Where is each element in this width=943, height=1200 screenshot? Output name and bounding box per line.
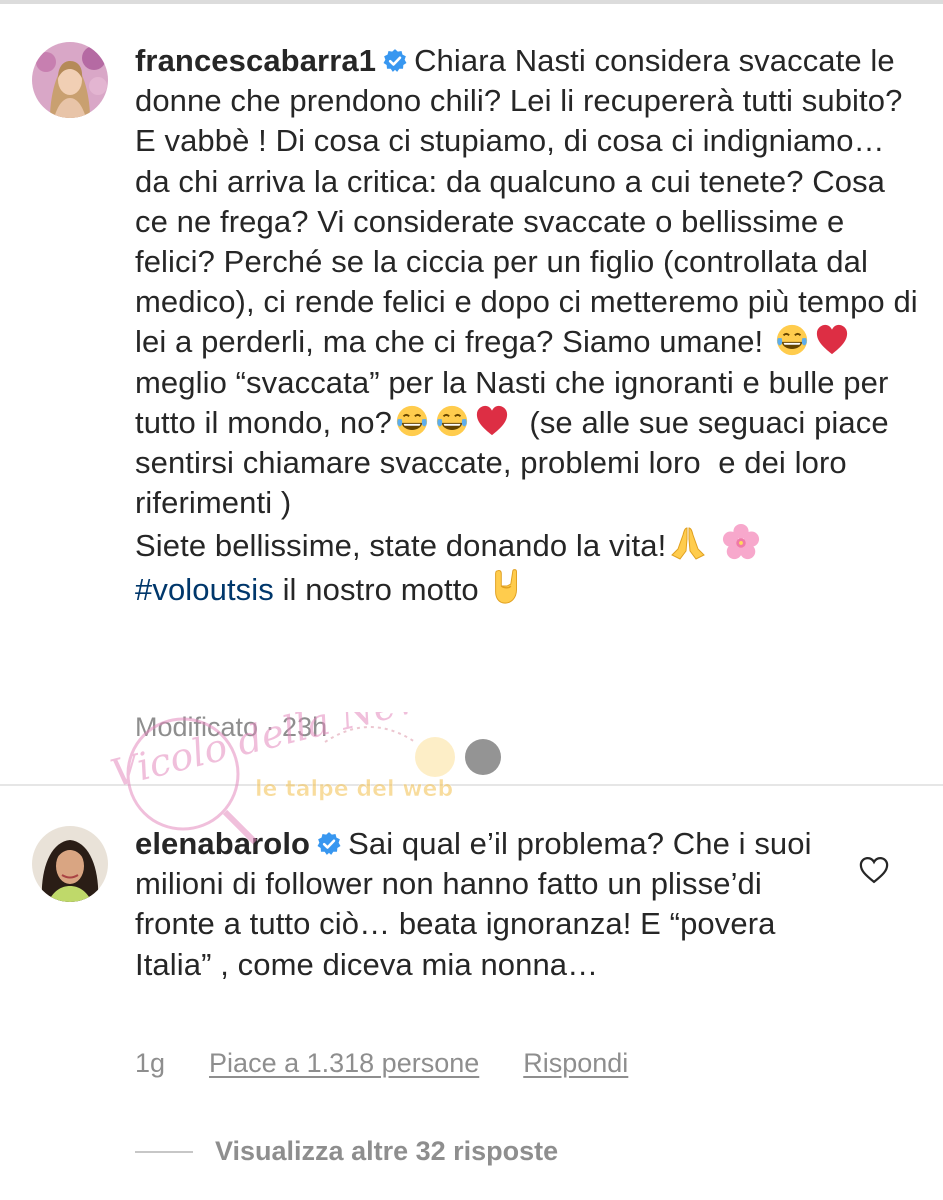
text-part: Chiara Nasti considera svaccate le donne… [135, 43, 927, 360]
comment-meta: 1g Piace a 1.318 persone Rispondi [135, 1048, 672, 1079]
cherry-blossom-icon [722, 524, 760, 560]
text-part: il nostro motto [273, 571, 488, 607]
view-more-replies-button[interactable]: Visualizza altre 32 risposte [135, 1136, 558, 1167]
verified-badge-icon [383, 49, 407, 72]
comment-text: francescabarra1 Chiara Nasti considera sv… [135, 41, 925, 610]
like-heart-icon[interactable] [859, 856, 889, 884]
sign-of-horns-icon [495, 568, 518, 604]
tears-of-joy-icon [436, 405, 468, 436]
avatar[interactable] [32, 826, 108, 902]
username[interactable]: elenabarolo [135, 826, 310, 861]
comment-francescabarra1: francescabarra1 Chiara Nasti considera sv… [0, 0, 943, 786]
verified-badge-icon [317, 832, 341, 855]
comment-elenabarolo: elenabarolo Sai qual e’il problema? Che i… [0, 786, 943, 1200]
folded-hands-icon [671, 527, 706, 561]
comment-meta: Modificato · 23h [135, 712, 328, 742]
comment-text: elenabarolo Sai qual e’il problema? Che i… [135, 824, 835, 985]
view-more-label: Visualizza altre 32 risposte [215, 1136, 559, 1166]
red-heart-icon [476, 405, 508, 435]
reply-button[interactable]: Rispondi [523, 1048, 628, 1079]
avatar[interactable] [32, 42, 108, 118]
red-heart-icon [816, 325, 848, 355]
comment-time: 1g [135, 1048, 166, 1078]
tears-of-joy-icon [396, 405, 428, 436]
replies-line [135, 1150, 193, 1153]
username[interactable]: francescabarra1 [135, 43, 376, 78]
tears-of-joy-icon [776, 325, 808, 356]
likes-link[interactable]: Piace a 1.318 persone [209, 1048, 479, 1079]
hashtag-link[interactable]: #voloutsis [135, 572, 274, 607]
